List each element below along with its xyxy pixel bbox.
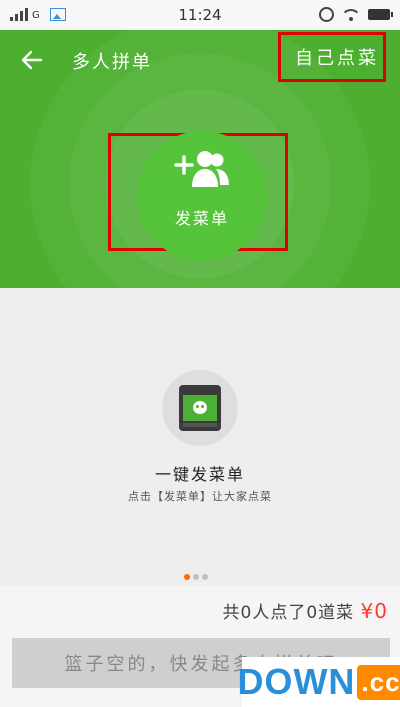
wechat-icon xyxy=(193,401,207,414)
page-dot[interactable] xyxy=(202,574,208,580)
watermark-suffix: .cc xyxy=(357,664,400,700)
order-summary-text: 共0人点了0道菜 xyxy=(222,603,355,623)
page-dot[interactable] xyxy=(184,574,190,580)
arrow-left-icon xyxy=(21,50,43,70)
send-order-button[interactable]: 发菜单 xyxy=(137,131,267,261)
page-title: 多人拼单 xyxy=(72,52,152,73)
wifi-icon xyxy=(344,8,358,21)
phone-icon xyxy=(179,385,221,431)
status-right xyxy=(319,7,393,22)
promo-area: 一键发菜单 点击【发菜单】让大家点菜 xyxy=(0,288,400,586)
phone-screen xyxy=(183,395,217,421)
page-indicator xyxy=(184,574,208,580)
status-bar: G 11:24 xyxy=(0,0,400,30)
wechat-phone-icon xyxy=(162,370,238,446)
send-order-label: 发菜单 xyxy=(174,209,229,228)
phone-bottom-bar xyxy=(183,423,217,427)
alarm-icon xyxy=(319,7,334,22)
watermark-brand: DOWN xyxy=(237,661,356,702)
promo-subtitle: 点击【发菜单】让大家点菜 xyxy=(128,490,272,503)
page-dot[interactable] xyxy=(193,574,199,580)
add-people-icon xyxy=(174,151,229,187)
promo-title: 一键发菜单 xyxy=(154,465,245,484)
back-button[interactable] xyxy=(18,46,46,74)
order-summary: 共0人点了0道菜 ¥0 xyxy=(223,598,389,623)
self-order-button[interactable]: 自己点菜 xyxy=(278,32,386,82)
watermark-logo: DOWN .cc xyxy=(237,657,400,707)
battery-icon xyxy=(368,9,393,20)
header-panel: 多人拼单 自己点菜 发菜单 xyxy=(0,30,400,288)
total-price: ¥0 xyxy=(360,599,388,623)
top-nav-bar: 多人拼单 自己点菜 xyxy=(0,30,400,90)
send-order-highlight: 发菜单 xyxy=(108,131,288,261)
